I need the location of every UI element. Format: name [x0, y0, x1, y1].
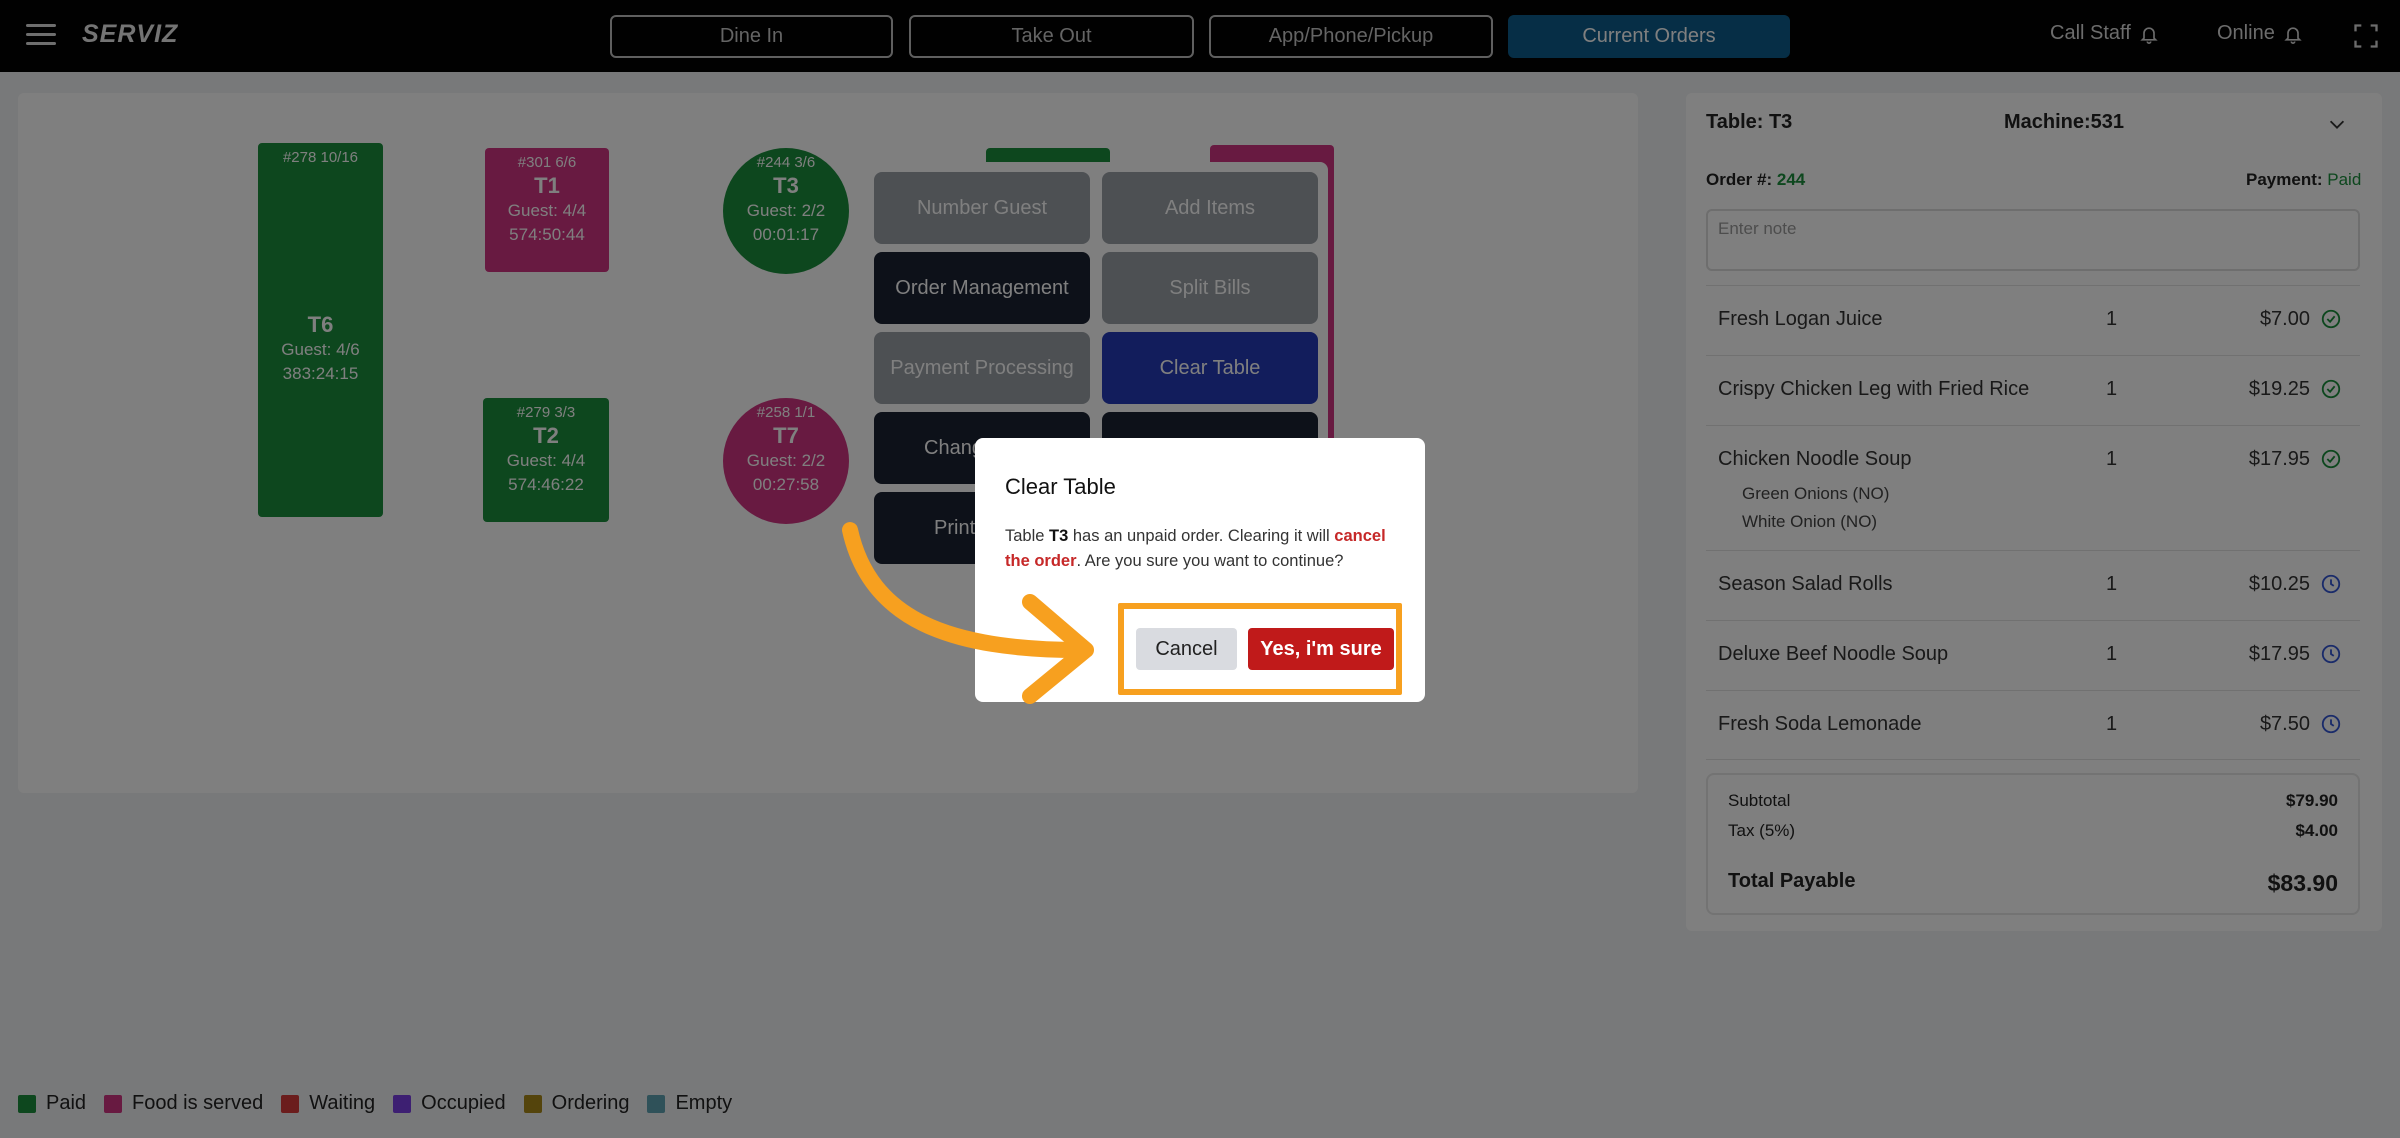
guide-arrow-icon: [842, 522, 1094, 704]
highlight-box: [1118, 603, 1402, 695]
dialog-title: Clear Table: [1005, 474, 1116, 499]
